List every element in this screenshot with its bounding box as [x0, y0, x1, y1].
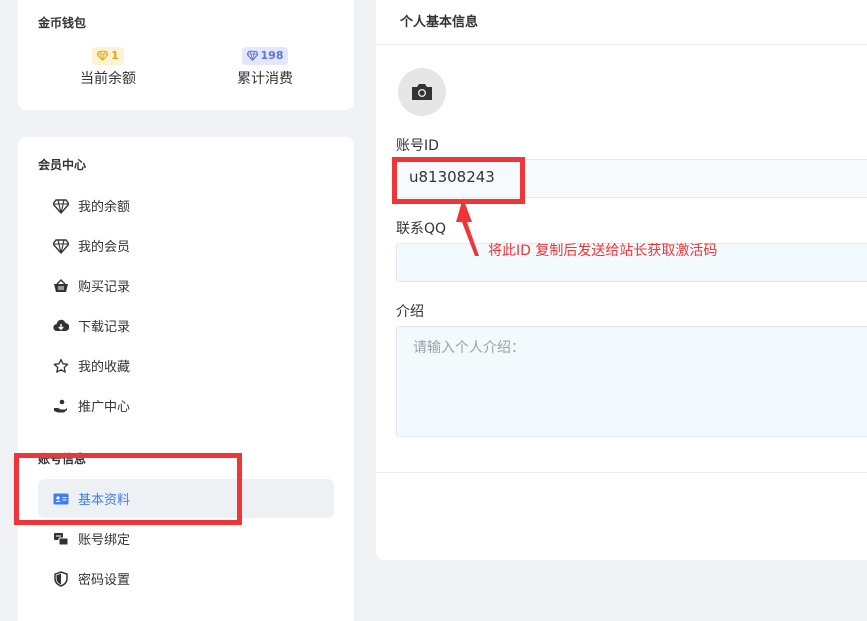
spent-value: 198	[260, 49, 284, 62]
intro-placeholder: 请输入个人介绍：	[413, 340, 525, 356]
intro-label: 介绍	[396, 304, 424, 320]
member-center-card: 会员中心 我的余额 我的会员 购买记录 下载记录 我的收藏 推广中心 账号信息 …	[18, 137, 354, 621]
profile-card: 个人基本信息 账号ID u81308243 联系QQ 介绍 请输入个人介绍：	[376, 0, 867, 560]
page-title: 个人基本信息	[400, 15, 479, 30]
spent-badge: 198	[241, 46, 289, 65]
diamond-icon	[52, 237, 70, 255]
wallet-title: 金币钱包	[38, 16, 87, 30]
sidebar-item-password-settings[interactable]: 密码设置	[38, 559, 334, 598]
shield-icon	[52, 570, 70, 588]
balance-badge: 1	[92, 46, 124, 65]
balance-label: 当前余额	[80, 71, 136, 87]
spent-stat[interactable]: 198 累计消费	[195, 46, 335, 88]
profile-header: 个人基本信息	[376, 0, 867, 45]
diamond-icon	[246, 50, 258, 61]
qq-label: 联系QQ	[396, 221, 447, 237]
diamond-icon	[52, 197, 70, 215]
member-center-title: 会员中心	[38, 158, 87, 172]
arrow-annotation	[456, 198, 479, 256]
sidebar-item-label: 我的余额	[78, 200, 131, 215]
highlight-box-basic-profile	[14, 453, 242, 525]
wallet-card: 金币钱包 1 当前余额 198 累计消费	[18, 0, 354, 110]
sidebar-item-label: 推广中心	[78, 400, 131, 415]
bind-icon	[52, 530, 70, 548]
balance-stat[interactable]: 1 当前余额	[38, 46, 178, 88]
star-icon	[52, 357, 70, 375]
camera-icon	[412, 84, 432, 100]
sidebar-item-my-favorites[interactable]: 我的收藏	[38, 346, 334, 385]
cloud-download-icon	[52, 317, 70, 335]
avatar-upload[interactable]	[398, 68, 446, 116]
intro-textarea[interactable]: 请输入个人介绍：	[396, 326, 867, 437]
account-id-label: 账号ID	[396, 138, 439, 154]
basket-icon	[52, 277, 70, 295]
sidebar-item-purchase-history[interactable]: 购买记录	[38, 266, 334, 305]
sidebar-item-label: 账号绑定	[78, 533, 131, 548]
sidebar-item-label: 我的会员	[78, 240, 131, 255]
spent-label: 累计消费	[237, 71, 293, 87]
diamond-icon	[97, 50, 109, 61]
sidebar-item-my-membership[interactable]: 我的会员	[38, 226, 334, 265]
sidebar-item-promotion-center[interactable]: 推广中心	[38, 386, 334, 425]
hand-coin-icon	[52, 397, 70, 415]
sidebar-item-label: 下载记录	[78, 320, 131, 335]
divider	[376, 472, 867, 473]
sidebar-item-label: 我的收藏	[78, 360, 131, 375]
annotation-text: 将此ID 复制后发送给站长获取激活码	[488, 243, 718, 259]
sidebar-item-label: 购买记录	[78, 280, 131, 295]
sidebar-item-download-history[interactable]: 下载记录	[38, 306, 334, 345]
balance-value: 1	[111, 49, 119, 62]
sidebar-item-my-balance[interactable]: 我的余额	[38, 186, 334, 225]
sidebar-item-label: 密码设置	[78, 573, 131, 588]
